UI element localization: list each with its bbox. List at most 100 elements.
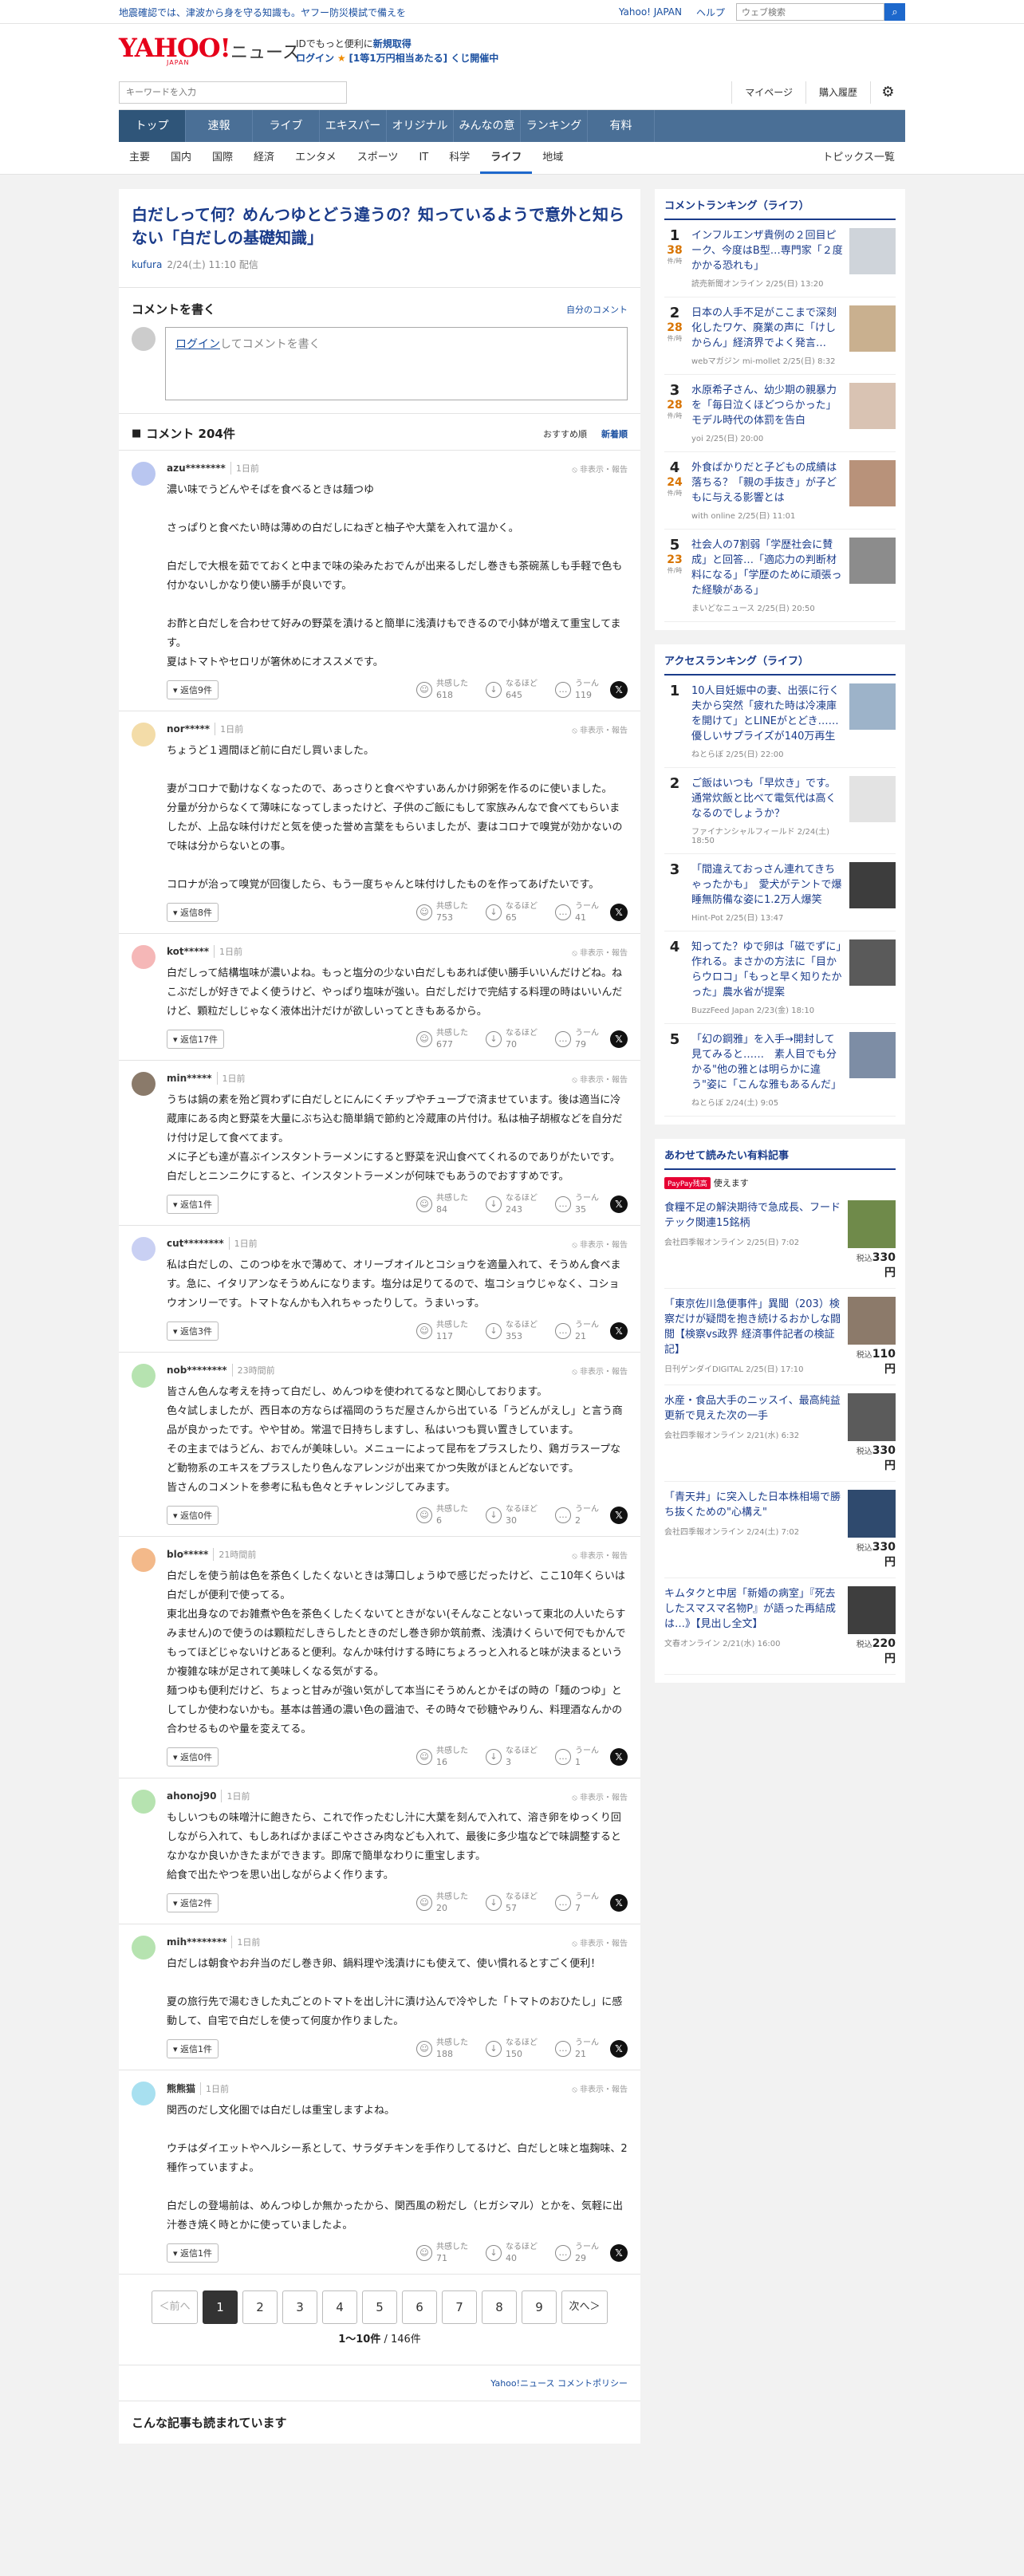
rank-title[interactable]: インフルエンザ貴例の２回目ピーク、今度はB型…専門家「２度かかる恐れも」	[691, 228, 843, 274]
mypage-link[interactable]: マイページ	[731, 81, 805, 104]
access-item[interactable]: 4 知ってた？ゆで卵は「磁でずに」作れる。まさかの方法に「目からウロコ」「もっと早…	[664, 932, 896, 1024]
page-button[interactable]: 3	[282, 2290, 317, 2324]
reaction-agree[interactable]: ☺ 共感した 71	[416, 2242, 468, 2264]
comment-user[interactable]: blo*****	[167, 1549, 208, 1560]
report-link[interactable]: ⦸ 非表示・報告	[572, 1790, 628, 1802]
x-share-icon[interactable]: 𝕏	[610, 681, 628, 699]
paid-title[interactable]: キムタクと中居「新婚の病室」『死去したスマスマ名物P』が語った再結成は…》【見出…	[664, 1586, 841, 1632]
paid-thumbnail[interactable]	[848, 1393, 896, 1441]
topics-list-link[interactable]: トピックス一覧	[812, 142, 905, 174]
reaction-naruhodo[interactable]: ↓ なるほど 150	[486, 2038, 538, 2060]
page-button[interactable]: 7	[442, 2290, 477, 2324]
report-link[interactable]: ⦸ 非表示・報告	[572, 1549, 628, 1561]
sort-recommended[interactable]: おすすめ順	[543, 427, 587, 440]
access-title[interactable]: 「間違えておっさん連れてきちゃったかも」 愛犬がテントで爆睡無防備な姿に1.2万…	[691, 862, 843, 908]
comment-user[interactable]: mih********	[167, 1936, 226, 1948]
page-button[interactable]: 8	[482, 2290, 517, 2324]
comment-user[interactable]: kot*****	[167, 946, 209, 957]
access-thumbnail[interactable]	[849, 683, 896, 730]
page-button[interactable]: 1	[203, 2290, 238, 2324]
rank-thumbnail[interactable]	[849, 228, 896, 274]
reaction-agree[interactable]: ☺ 共感した 6	[416, 1504, 468, 1526]
ranking-item[interactable]: 5 23 件/時 社会人の7割弱「学歴社会に賛成」と回答…「適応力の判断材料になる」「…	[664, 530, 896, 622]
category-tab[interactable]: IT	[408, 142, 439, 174]
rank-title[interactable]: 水原希子さん、幼少期の親暴力を「毎日泣くほどつらかった」モデル時代の体罰を告白	[691, 383, 843, 428]
yahoo-japan-link[interactable]: Yahoo! JAPAN	[619, 6, 682, 18]
paid-thumbnail[interactable]	[848, 1200, 896, 1248]
keyword-search-input[interactable]	[119, 81, 347, 104]
replies-button[interactable]: ▾ 返信2件	[167, 1893, 219, 1912]
reaction-uun[interactable]: … うーん 7	[555, 1892, 599, 1914]
reaction-agree[interactable]: ☺ 共感した 618	[416, 679, 468, 701]
access-thumbnail[interactable]	[849, 862, 896, 908]
report-link[interactable]: ⦸ 非表示・報告	[572, 1073, 628, 1085]
reaction-naruhodo[interactable]: ↓ なるほど 57	[486, 1892, 538, 1914]
reaction-uun[interactable]: … うーん 2	[555, 1504, 599, 1526]
ranking-item[interactable]: 4 24 件/時 外食ばかりだと子どもの成績は落ちる？「親の手抜き」が子どもに与える影…	[664, 452, 896, 530]
report-link[interactable]: ⦸ 非表示・報告	[572, 463, 628, 475]
reaction-uun[interactable]: … うーん 119	[555, 679, 599, 701]
x-share-icon[interactable]: 𝕏	[610, 1507, 628, 1524]
rank-thumbnail[interactable]	[849, 538, 896, 584]
rank-title[interactable]: 外食ばかりだと子どもの成績は落ちる？「親の手抜き」が子どもに与える影響とは	[691, 460, 843, 506]
category-tab[interactable]: 主要	[119, 142, 160, 174]
gear-icon[interactable]: ⚙	[870, 81, 905, 104]
comment-user[interactable]: ahonoj90	[167, 1790, 216, 1802]
x-share-icon[interactable]: 𝕏	[610, 1894, 628, 1912]
paid-item[interactable]: 水産・食品大手のニッスイ、最高純益更新で見えた次の一手 会社四季報オンライン 2/…	[664, 1385, 896, 1482]
x-share-icon[interactable]: 𝕏	[610, 1748, 628, 1766]
reaction-naruhodo[interactable]: ↓ なるほど 65	[486, 901, 538, 924]
reaction-agree[interactable]: ☺ 共感した 20	[416, 1892, 468, 1914]
disaster-alert-link[interactable]: 地震確認では、津波から身を守る知識も。ヤフー防災模試で備えを	[119, 6, 605, 19]
reaction-naruhodo[interactable]: ↓ なるほど 40	[486, 2242, 538, 2264]
replies-button[interactable]: ▾ 返信0件	[167, 1747, 219, 1767]
article-source[interactable]: kufura	[132, 259, 162, 270]
x-share-icon[interactable]: 𝕏	[610, 1195, 628, 1213]
category-tab[interactable]: 経済	[243, 142, 285, 174]
reaction-naruhodo[interactable]: ↓ なるほど 70	[486, 1028, 538, 1050]
ranking-item[interactable]: 3 28 件/時 水原希子さん、幼少期の親暴力を「毎日泣くほどつらかった」モデル時代の…	[664, 375, 896, 452]
gnav-item[interactable]: みんなの意見	[454, 110, 521, 164]
replies-button[interactable]: ▾ 返信3件	[167, 1321, 219, 1341]
reaction-uun[interactable]: … うーん 21	[555, 1320, 599, 1342]
purchase-history-link[interactable]: 購入履歴	[805, 81, 870, 104]
paid-title[interactable]: 水産・食品大手のニッスイ、最高純益更新で見えた次の一手	[664, 1393, 841, 1424]
replies-button[interactable]: ▾ 返信1件	[167, 2039, 219, 2058]
report-link[interactable]: ⦸ 非表示・報告	[572, 1365, 628, 1377]
paid-title[interactable]: 食糧不足の解決期待で急成長、フードテック関連15銘柄	[664, 1200, 841, 1231]
reaction-uun[interactable]: … うーん 1	[555, 1746, 599, 1768]
reaction-uun[interactable]: … うーん 29	[555, 2242, 599, 2264]
access-title[interactable]: 知ってた？ゆで卵は「磁でずに」作れる。まさかの方法に「目からウロコ」「もっと早く…	[691, 939, 843, 1000]
paid-thumbnail[interactable]	[848, 1297, 896, 1345]
page-button[interactable]: 5	[362, 2290, 397, 2324]
gnav-item[interactable]: ライブ	[253, 110, 320, 142]
signup-link[interactable]: 新規取得	[373, 38, 412, 49]
help-link[interactable]: ヘルプ	[696, 6, 725, 19]
comment-user[interactable]: azu********	[167, 463, 226, 474]
reaction-agree[interactable]: ☺ 共感した 16	[416, 1746, 468, 1768]
access-item[interactable]: 5 「幻の鋼雅」を入手→開封して見てみると…… 素人目でも分かる"他の雅とは明らか…	[664, 1024, 896, 1117]
category-tab[interactable]: 地域	[532, 142, 573, 174]
access-item[interactable]: 2 ご飯はいつも「早炊き」です。通常炊飯と比べて電気代は高くなるのでしょうか？ ファ…	[664, 768, 896, 854]
reaction-agree[interactable]: ☺ 共感した 677	[416, 1028, 468, 1050]
paid-title[interactable]: 「東京佐川急便事件」異聞（203）検察だけが疑問を抱き続けるおかしな闘閲【検察v…	[664, 1297, 841, 1357]
access-item[interactable]: 3 「間違えておっさん連れてきちゃったかも」 愛犬がテントで爆睡無防備な姿に1.2…	[664, 854, 896, 932]
replies-button[interactable]: ▾ 返信8件	[167, 903, 219, 922]
gnav-item[interactable]: 有料	[588, 110, 655, 142]
comment-user[interactable]: nor*****	[167, 723, 210, 735]
login-link[interactable]: ログイン	[296, 53, 334, 64]
yahoo-news-logo[interactable]: YAHOO! JAPAN ニュース	[119, 35, 300, 66]
search-icon[interactable]: ⌕	[884, 3, 905, 21]
rank-title[interactable]: 日本の人手不足がここまで深刻化したワケ、廃業の声に「けしからん」経済界でよく発言…	[691, 305, 843, 351]
report-link[interactable]: ⦸ 非表示・報告	[572, 1238, 628, 1250]
report-link[interactable]: ⦸ 非表示・報告	[572, 1936, 628, 1948]
report-link[interactable]: ⦸ 非表示・報告	[572, 723, 628, 735]
access-title[interactable]: ご飯はいつも「早炊き」です。通常炊飯と比べて電気代は高くなるのでしょうか？	[691, 776, 843, 821]
reaction-naruhodo[interactable]: ↓ なるほど 243	[486, 1193, 538, 1215]
lottery-link[interactable]: [1等1万円相当あたる] くじ開催中	[349, 53, 498, 64]
x-share-icon[interactable]: 𝕏	[610, 904, 628, 921]
category-tab[interactable]: 国際	[202, 142, 243, 174]
access-thumbnail[interactable]	[849, 1032, 896, 1078]
gnav-item[interactable]: ランキング	[521, 110, 588, 142]
x-share-icon[interactable]: 𝕏	[610, 2244, 628, 2262]
